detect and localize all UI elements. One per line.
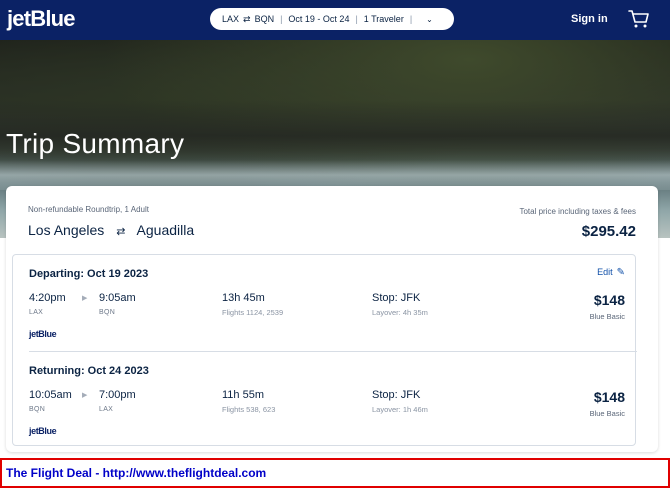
flight-duration: 13h 45m xyxy=(222,292,265,304)
search-origin: LAX xyxy=(222,14,240,24)
airline-logo: jetBlue xyxy=(29,426,57,436)
search-destination: BQN xyxy=(254,14,275,24)
origin-city: Los Angeles xyxy=(28,222,105,238)
pill-separator: | xyxy=(280,14,283,24)
fare-class: Blue Basic xyxy=(589,409,625,418)
edit-link[interactable]: Edit ✎ xyxy=(597,267,625,278)
destination-city: Aguadilla xyxy=(136,222,195,238)
layover-info: Layover: 1h 46m xyxy=(372,405,428,414)
stop-info: Stop: JFK xyxy=(372,389,421,401)
returning-title: Returning: Oct 24 2023 xyxy=(29,365,149,377)
pencil-icon: ✎ xyxy=(616,267,625,278)
fare-type-label: Non-refundable Roundtrip, 1 Adult xyxy=(28,205,149,214)
depart-code: BQN xyxy=(29,406,46,413)
flight-numbers: Flights 1124, 2539 xyxy=(222,308,284,317)
stop-info: Stop: JFK xyxy=(372,292,421,304)
jetblue-logo[interactable]: jetBlue xyxy=(7,6,76,32)
depart-time: 10:05am xyxy=(29,389,72,401)
flight-deal-link[interactable]: The Flight Deal - http://www.theflightde… xyxy=(6,466,266,480)
trip-search-pill[interactable]: LAX ⇄ BQN | Oct 19 - Oct 24 | 1 Traveler… xyxy=(210,8,454,30)
edit-label: Edit xyxy=(597,267,613,277)
leg-price: $148 xyxy=(593,292,625,308)
airline-logo: jetBlue xyxy=(29,329,57,339)
arrive-code: LAX xyxy=(99,406,114,413)
arrive-time: 9:05am xyxy=(99,292,136,304)
top-navigation-bar: jetBlue LAX ⇄ BQN | Oct 19 - Oct 24 | 1 … xyxy=(0,0,670,40)
flight-duration: 11h 55m xyxy=(222,389,264,401)
play-arrow-icon: ▶ xyxy=(82,295,88,302)
flight-numbers: Flights 538, 623 xyxy=(222,405,276,414)
route-cities: Los Angeles ⇄ Aguadilla xyxy=(28,222,194,238)
pill-separator: | xyxy=(409,14,413,24)
trip-summary-card: Non-refundable Roundtrip, 1 Adult Total … xyxy=(6,186,658,452)
arrive-time: 7:00pm xyxy=(99,389,136,401)
depart-time: 4:20pm xyxy=(29,292,66,304)
search-dates: Oct 19 - Oct 24 xyxy=(288,14,350,24)
search-travelers: 1 Traveler xyxy=(363,14,404,24)
depart-code: LAX xyxy=(29,309,44,316)
cart-icon[interactable] xyxy=(628,9,650,29)
leg-price: $148 xyxy=(593,389,625,405)
flight-deal-banner: The Flight Deal - http://www.theflightde… xyxy=(0,458,670,488)
flight-legs: Departing: Oct 19 2023 Edit ✎ 4:20pm LAX … xyxy=(12,254,637,446)
leg-divider xyxy=(29,351,637,352)
swap-arrows-icon: ⇄ xyxy=(116,226,126,238)
arrive-code: BQN xyxy=(99,309,116,316)
swap-arrows-icon: ⇄ xyxy=(243,13,251,24)
layover-info: Layover: 4h 35m xyxy=(372,308,428,317)
page-title: Trip Summary xyxy=(6,128,185,159)
pill-separator: | xyxy=(355,14,358,24)
fare-class: Blue Basic xyxy=(589,312,625,321)
departing-title: Departing: Oct 19 2023 xyxy=(29,268,149,280)
total-price: $295.42 xyxy=(581,223,636,240)
chevron-down-icon[interactable]: ⌄ xyxy=(426,15,433,24)
play-arrow-icon: ▶ xyxy=(82,392,88,399)
total-price-label: Total price including taxes & fees xyxy=(519,207,636,216)
sign-in-link[interactable]: Sign in xyxy=(571,13,608,25)
